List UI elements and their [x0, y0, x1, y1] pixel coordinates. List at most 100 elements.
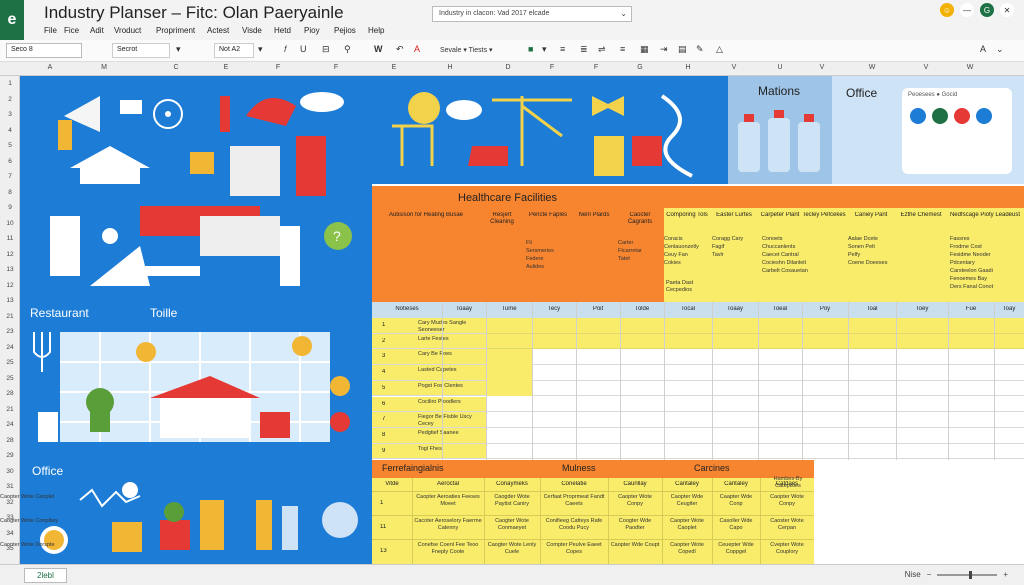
- col-header[interactable]: F: [326, 64, 346, 71]
- bottom-cell[interactable]: Caogter Wote Lenly Cuele: [486, 542, 538, 562]
- healthcare-cell[interactable]: Sersmeries: [526, 248, 596, 256]
- col-header[interactable]: F: [586, 64, 606, 71]
- schedule-header-cell[interactable]: Tocal: [664, 306, 712, 316]
- schedule-number[interactable]: 6: [382, 401, 396, 409]
- healthcare-cell[interactable]: Fenoemes Bay: [950, 276, 1020, 284]
- bottom-header-cell[interactable]: Vitde: [372, 481, 412, 491]
- empty-grid-area[interactable]: [814, 460, 1024, 564]
- font-size-select[interactable]: Not A2: [214, 43, 254, 58]
- healthcare-header-cell[interactable]: Carpeter Plant: [758, 212, 802, 232]
- healthcare-header-cell[interactable]: Ezthe Chemest: [896, 212, 946, 232]
- bottom-cell[interactable]: Caopter Aeroaties Feeses Moeet: [414, 494, 482, 514]
- menu-actest[interactable]: Actest: [207, 26, 229, 35]
- bottom-cell[interactable]: Caogter Wote Conpltiey: [0, 518, 58, 538]
- bottom-cell[interactable]: Caapter Wde Conp: [714, 494, 758, 514]
- bottom-row-number[interactable]: 13: [380, 548, 404, 556]
- style-dropdown[interactable]: Sevale ▾ Tiests ▾: [440, 46, 493, 54]
- merge-icon[interactable]: ▦: [640, 44, 649, 55]
- bold-button[interactable]: W: [374, 44, 383, 54]
- row-header[interactable]: 29: [0, 452, 20, 459]
- row-header[interactable]: 30: [0, 468, 20, 475]
- dropdown-arrow-icon[interactable]: ▾: [258, 44, 263, 55]
- col-header[interactable]: A: [40, 64, 60, 71]
- bottom-cell[interactable]: Caogder Wote Paytist Caniry: [486, 494, 538, 514]
- row-header[interactable]: 28: [0, 437, 20, 444]
- bottom-cell[interactable]: Caopter Wote Dorspte: [0, 542, 55, 562]
- schedule-task[interactable]: Lasted Capetes: [418, 367, 484, 380]
- schedule-header-cell[interactable]: Toey: [896, 306, 948, 316]
- zoom-thumb[interactable]: [968, 570, 972, 579]
- pen-icon[interactable]: ✎: [696, 44, 704, 55]
- bottom-header-cell[interactable]: Hambes-By Catepisies: [762, 476, 814, 490]
- healthcare-header-cell[interactable]: Caocter Cagrants: [618, 212, 662, 232]
- row-header[interactable]: 25: [0, 359, 20, 366]
- zoom-out-button[interactable]: −: [927, 570, 932, 579]
- table-icon[interactable]: ▤: [678, 44, 687, 55]
- healthcare-cell[interactable]: Fassres: [950, 236, 1020, 244]
- col-header[interactable]: G: [630, 64, 650, 71]
- col-header[interactable]: D: [498, 64, 518, 71]
- bottom-header-cell[interactable]: Conelatie: [540, 481, 608, 491]
- bottom-cell[interactable]: Caogter Wote Conmaeyet: [486, 518, 538, 538]
- healthcare-cell[interactable]: Caecet Cantral: [762, 252, 832, 260]
- healthcare-cell[interactable]: Ders Fanal Conot: [950, 284, 1020, 292]
- fill-color-icon[interactable]: ■: [528, 44, 533, 54]
- schedule-task[interactable]: Cociliro Ploodlers: [418, 399, 484, 412]
- row-header[interactable]: 9: [0, 204, 20, 211]
- account-icon[interactable]: ☺: [940, 3, 954, 17]
- healthcare-header-cell[interactable]: Autisison for Heating Busae: [376, 212, 476, 232]
- row-header[interactable]: 12: [0, 251, 20, 258]
- healthcare-header-cell[interactable]: Resjert Cleaning: [480, 212, 524, 232]
- bottom-cell[interactable]: Conifieeg Catteys Rafe Coodu Pucy: [542, 518, 606, 538]
- bottom-row-number[interactable]: 11: [380, 524, 404, 532]
- schedule-header-cell[interactable]: Toaay: [442, 306, 486, 316]
- row-header[interactable]: 5: [0, 142, 20, 149]
- schedule-header-cell[interactable]: Tolde: [620, 306, 664, 316]
- bottom-cell[interactable]: Compter Peulve Eaeet Copes: [542, 542, 606, 562]
- col-header[interactable]: C: [166, 64, 186, 71]
- bottom-cell[interactable]: Caopter Wote Conpy: [610, 494, 660, 514]
- minimize-icon[interactable]: —: [960, 3, 974, 17]
- row-header[interactable]: 8: [0, 189, 20, 196]
- col-header[interactable]: E: [384, 64, 404, 71]
- font-size-indicator[interactable]: A: [980, 44, 986, 54]
- col-header[interactable]: W: [862, 64, 882, 71]
- bottom-header-cell[interactable]: Aeroctal: [412, 481, 484, 491]
- schedule-number[interactable]: 7: [382, 416, 396, 424]
- indent-icon[interactable]: ⇥: [660, 44, 668, 55]
- schedule-number[interactable]: 9: [382, 448, 396, 456]
- healthcare-header-cell[interactable]: Comporing Tols: [664, 212, 710, 232]
- healthcare-cell[interactable]: Pelfy: [848, 252, 918, 260]
- triangle-icon[interactable]: △: [716, 44, 723, 55]
- row-header[interactable]: 13: [0, 266, 20, 273]
- dropdown-arrow-icon[interactable]: ▾: [542, 44, 547, 55]
- row-header[interactable]: 13: [0, 297, 20, 304]
- menu-pejios[interactable]: Pejios: [334, 26, 356, 35]
- row-header[interactable]: 24: [0, 421, 20, 428]
- name-box[interactable]: Seco 8: [6, 43, 82, 58]
- healthcare-header-cell[interactable]: Tecley Pefcekes: [802, 212, 846, 232]
- row-header[interactable]: 10: [0, 220, 20, 227]
- bottom-cell[interactable]: Caopter Wote Conpy: [762, 494, 812, 514]
- menu-propriment[interactable]: Propriment: [156, 26, 195, 35]
- healthcare-cell[interactable]: Pdcentary: [950, 260, 1020, 268]
- bottom-cell[interactable]: Caoster Wote Cerpan: [762, 518, 812, 538]
- schedule-header-cell[interactable]: Toaay: [712, 306, 758, 316]
- bottom-cell[interactable]: Conefse Coenl Fee Teoo Fneply Coote: [414, 542, 482, 562]
- bottom-cell[interactable]: Coogter Wde Paodter: [610, 518, 660, 538]
- align-left-icon[interactable]: ≡: [560, 44, 565, 54]
- col-header[interactable]: F: [268, 64, 288, 71]
- bottom-cell[interactable]: Caopter Wote Caoplet: [664, 518, 710, 538]
- font-color-icon[interactable]: A: [414, 44, 420, 54]
- healthcare-cell[interactable]: Cokies: [664, 260, 734, 268]
- bottom-header-cell[interactable]: Cantaley: [662, 481, 712, 491]
- bottom-header-cell[interactable]: Caunllay: [608, 481, 662, 491]
- healthcare-cell[interactable]: Aulides: [526, 264, 596, 272]
- bottom-cell[interactable]: Cacoter Aeroselory Faerme Catenny: [414, 518, 482, 538]
- wrap-text-icon[interactable]: ⇌: [598, 44, 606, 55]
- bottom-cell[interactable]: Ceuepter Wde Coppgel: [714, 542, 758, 562]
- bottom-cell[interactable]: Casoller Wde Capo: [714, 518, 758, 538]
- italic-icon[interactable]: 𝑓: [284, 44, 287, 55]
- title-search-box[interactable]: Industry in clacon: Vad 2017 elcade ⌄: [432, 6, 632, 22]
- schedule-task[interactable]: Cary Be Poes: [418, 351, 484, 364]
